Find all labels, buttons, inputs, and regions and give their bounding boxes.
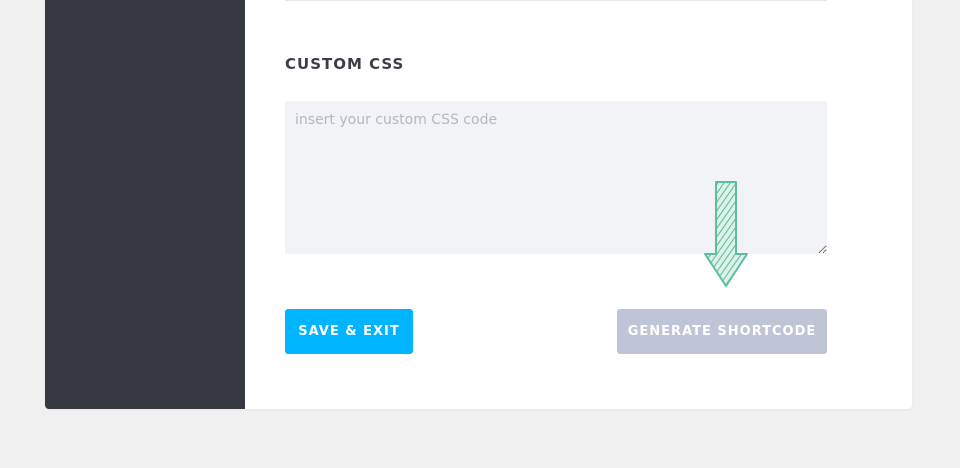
sidebar <box>45 0 245 409</box>
custom-css-title: CUSTOM CSS <box>285 55 405 73</box>
generate-shortcode-button[interactable]: GENERATE SHORTCODE <box>617 309 827 354</box>
previous-field-edge <box>285 0 827 1</box>
arrow-down-icon <box>704 181 748 287</box>
save-exit-button[interactable]: SAVE & EXIT <box>285 309 413 354</box>
settings-panel: CUSTOM CSS SAVE & EXIT GENERATE SHORTCOD… <box>45 0 912 409</box>
